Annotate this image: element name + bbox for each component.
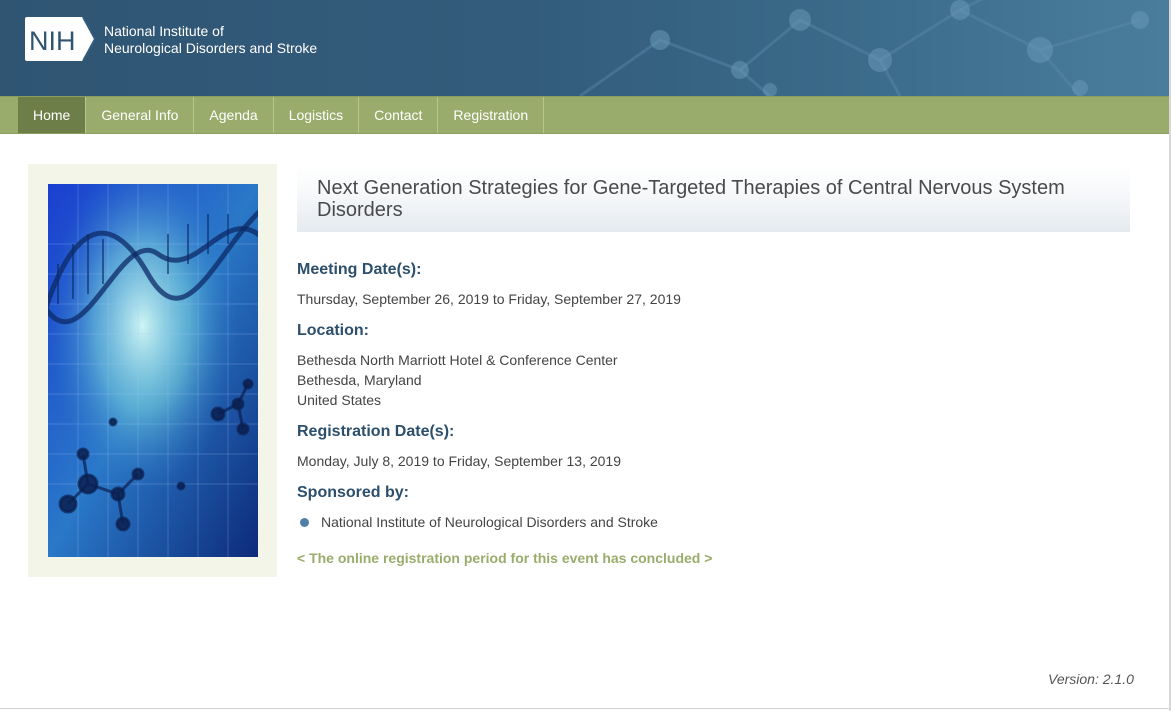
bullet-icon	[300, 517, 309, 527]
location-line1: Bethesda North Marriott Hotel & Conferen…	[297, 352, 618, 368]
bottom-divider	[0, 708, 1169, 709]
site-header: NIH National Institute of Neurological D…	[0, 0, 1169, 96]
nav-item-logistics[interactable]: Logistics	[274, 97, 360, 133]
main-nav: Home General Info Agenda Logistics Conta…	[0, 96, 1169, 134]
meeting-dates-value: Thursday, September 26, 2019 to Friday, …	[297, 291, 681, 307]
registration-dates-value: Monday, July 8, 2019 to Friday, Septembe…	[297, 453, 622, 469]
org-name-line2: Neurological Disorders and Stroke	[104, 40, 318, 56]
nih-logo-text: NIH	[29, 26, 76, 56]
nav-item-registration[interactable]: Registration	[438, 97, 545, 133]
registration-dates-label: Registration Date(s):	[297, 423, 455, 440]
event-details: Next Generation Strategies for Gene-Targ…	[297, 165, 1130, 566]
nih-logo-icon[interactable]: NIH	[25, 17, 97, 61]
nav-items: Home General Info Agenda Logistics Conta…	[18, 97, 545, 133]
location-value: Bethesda North Marriott Hotel & Conferen…	[297, 350, 618, 410]
version-label: Version: 2.1.0	[1048, 671, 1134, 687]
location-label: Location:	[297, 322, 369, 339]
event-title: Next Generation Strategies for Gene-Targ…	[297, 165, 1130, 232]
header-molecule-decoration	[579, 0, 1149, 96]
dna-molecule-image	[48, 184, 258, 557]
sponsor-name: National Institute of Neurological Disor…	[321, 514, 658, 530]
sponsored-by-label: Sponsored by:	[297, 484, 410, 501]
nav-item-home[interactable]: Home	[18, 97, 87, 133]
location-line2: Bethesda, Maryland	[297, 372, 422, 388]
meeting-dates-label: Meeting Date(s):	[297, 261, 422, 278]
event-image-panel	[28, 164, 277, 577]
nav-item-general-info[interactable]: General Info	[86, 97, 195, 133]
location-line3: United States	[297, 392, 382, 408]
org-name[interactable]: National Institute of Neurological Disor…	[104, 23, 317, 57]
registration-closed-note: < The online registration period for thi…	[297, 550, 713, 566]
org-name-line1: National Institute of	[104, 23, 224, 39]
nav-item-agenda[interactable]: Agenda	[194, 97, 274, 133]
sponsor-list-item: National Institute of Neurological Disor…	[297, 512, 658, 532]
nav-item-contact[interactable]: Contact	[359, 97, 439, 133]
